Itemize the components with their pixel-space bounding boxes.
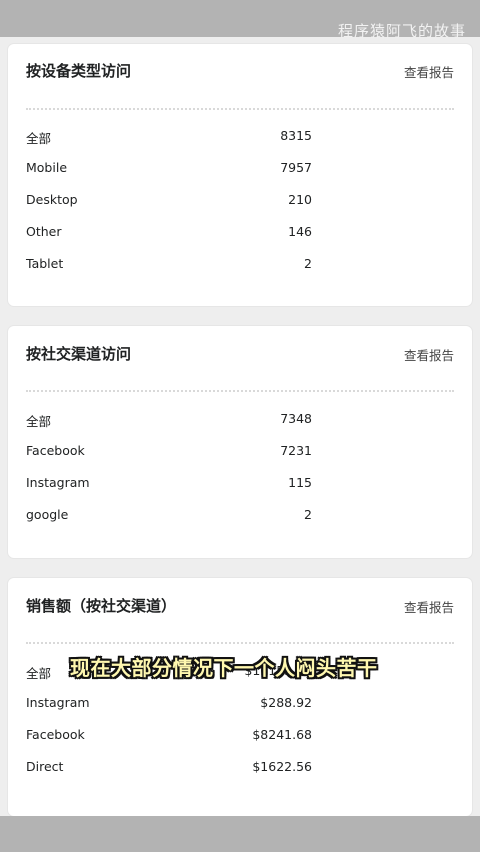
row-label: Tablet	[26, 256, 64, 271]
row-label: Instagram	[26, 695, 90, 710]
row-label: 全部	[26, 414, 52, 429]
table-row: google 2	[26, 507, 312, 527]
row-label: Desktop	[26, 192, 78, 207]
view-report-link[interactable]: 查看报告	[404, 345, 454, 364]
card-device-visits: 按设备类型访问 查看报告 全部 8315 Mobile 7957 Desktop…	[8, 44, 472, 306]
row-label: Mobile	[26, 160, 68, 175]
view-report-link[interactable]: 查看报告	[404, 62, 454, 81]
divider	[26, 108, 454, 110]
row-label: Facebook	[26, 727, 85, 742]
top-bar: 程序猿阿飞的故事	[0, 0, 480, 40]
divider	[26, 642, 454, 644]
row-value: 7231	[280, 443, 312, 458]
table-row: Facebook $8241.68	[26, 727, 312, 747]
table-row: Facebook 7231	[26, 443, 312, 463]
row-value: 8315	[280, 128, 312, 143]
card-social-sales: 销售额（按社交渠道） 查看报告 全部 $10153.16 Instagram $…	[8, 578, 472, 816]
bottom-bar	[0, 816, 480, 852]
card-title: 销售额（按社交渠道）	[26, 597, 177, 615]
row-value: 115	[288, 475, 312, 490]
view-report-link[interactable]: 查看报告	[404, 597, 454, 616]
table-row: 全部 8315	[26, 128, 312, 148]
table-row: Mobile 7957	[26, 160, 312, 180]
row-value: 146	[288, 224, 312, 239]
row-label: Facebook	[26, 443, 85, 458]
row-value: 2	[304, 256, 312, 271]
row-label: Other	[26, 224, 62, 239]
watermark: 程序猿阿飞的故事	[337, 22, 466, 40]
row-value: 7957	[280, 160, 312, 175]
row-label: 全部	[26, 131, 52, 146]
table-row: Direct $1622.56	[26, 759, 312, 779]
card-title: 按社交渠道访问	[26, 345, 132, 363]
table-row: Tablet 2	[26, 256, 312, 276]
row-value: $8241.68	[252, 727, 312, 742]
card-title: 按设备类型访问	[26, 62, 132, 80]
row-label: Direct	[26, 759, 64, 774]
table-row: 全部 7348	[26, 411, 312, 431]
video-subtitle: 现在大部分情况下一个人闷头苦干	[70, 656, 378, 680]
row-label: 全部	[26, 666, 52, 681]
table-row: Instagram $288.92	[26, 695, 312, 715]
divider	[26, 390, 454, 392]
table-row: Desktop 210	[26, 192, 312, 212]
row-value: 210	[288, 192, 312, 207]
row-label: google	[26, 507, 69, 522]
card-social-visits: 按社交渠道访问 查看报告 全部 7348 Facebook 7231 Insta…	[8, 326, 472, 558]
table-row: Other 146	[26, 224, 312, 244]
row-value: $288.92	[260, 695, 312, 710]
row-value: 2	[304, 507, 312, 522]
table-row: Instagram 115	[26, 475, 312, 495]
row-label: Instagram	[26, 475, 90, 490]
row-value: $1622.56	[252, 759, 312, 774]
row-value: 7348	[280, 411, 312, 426]
